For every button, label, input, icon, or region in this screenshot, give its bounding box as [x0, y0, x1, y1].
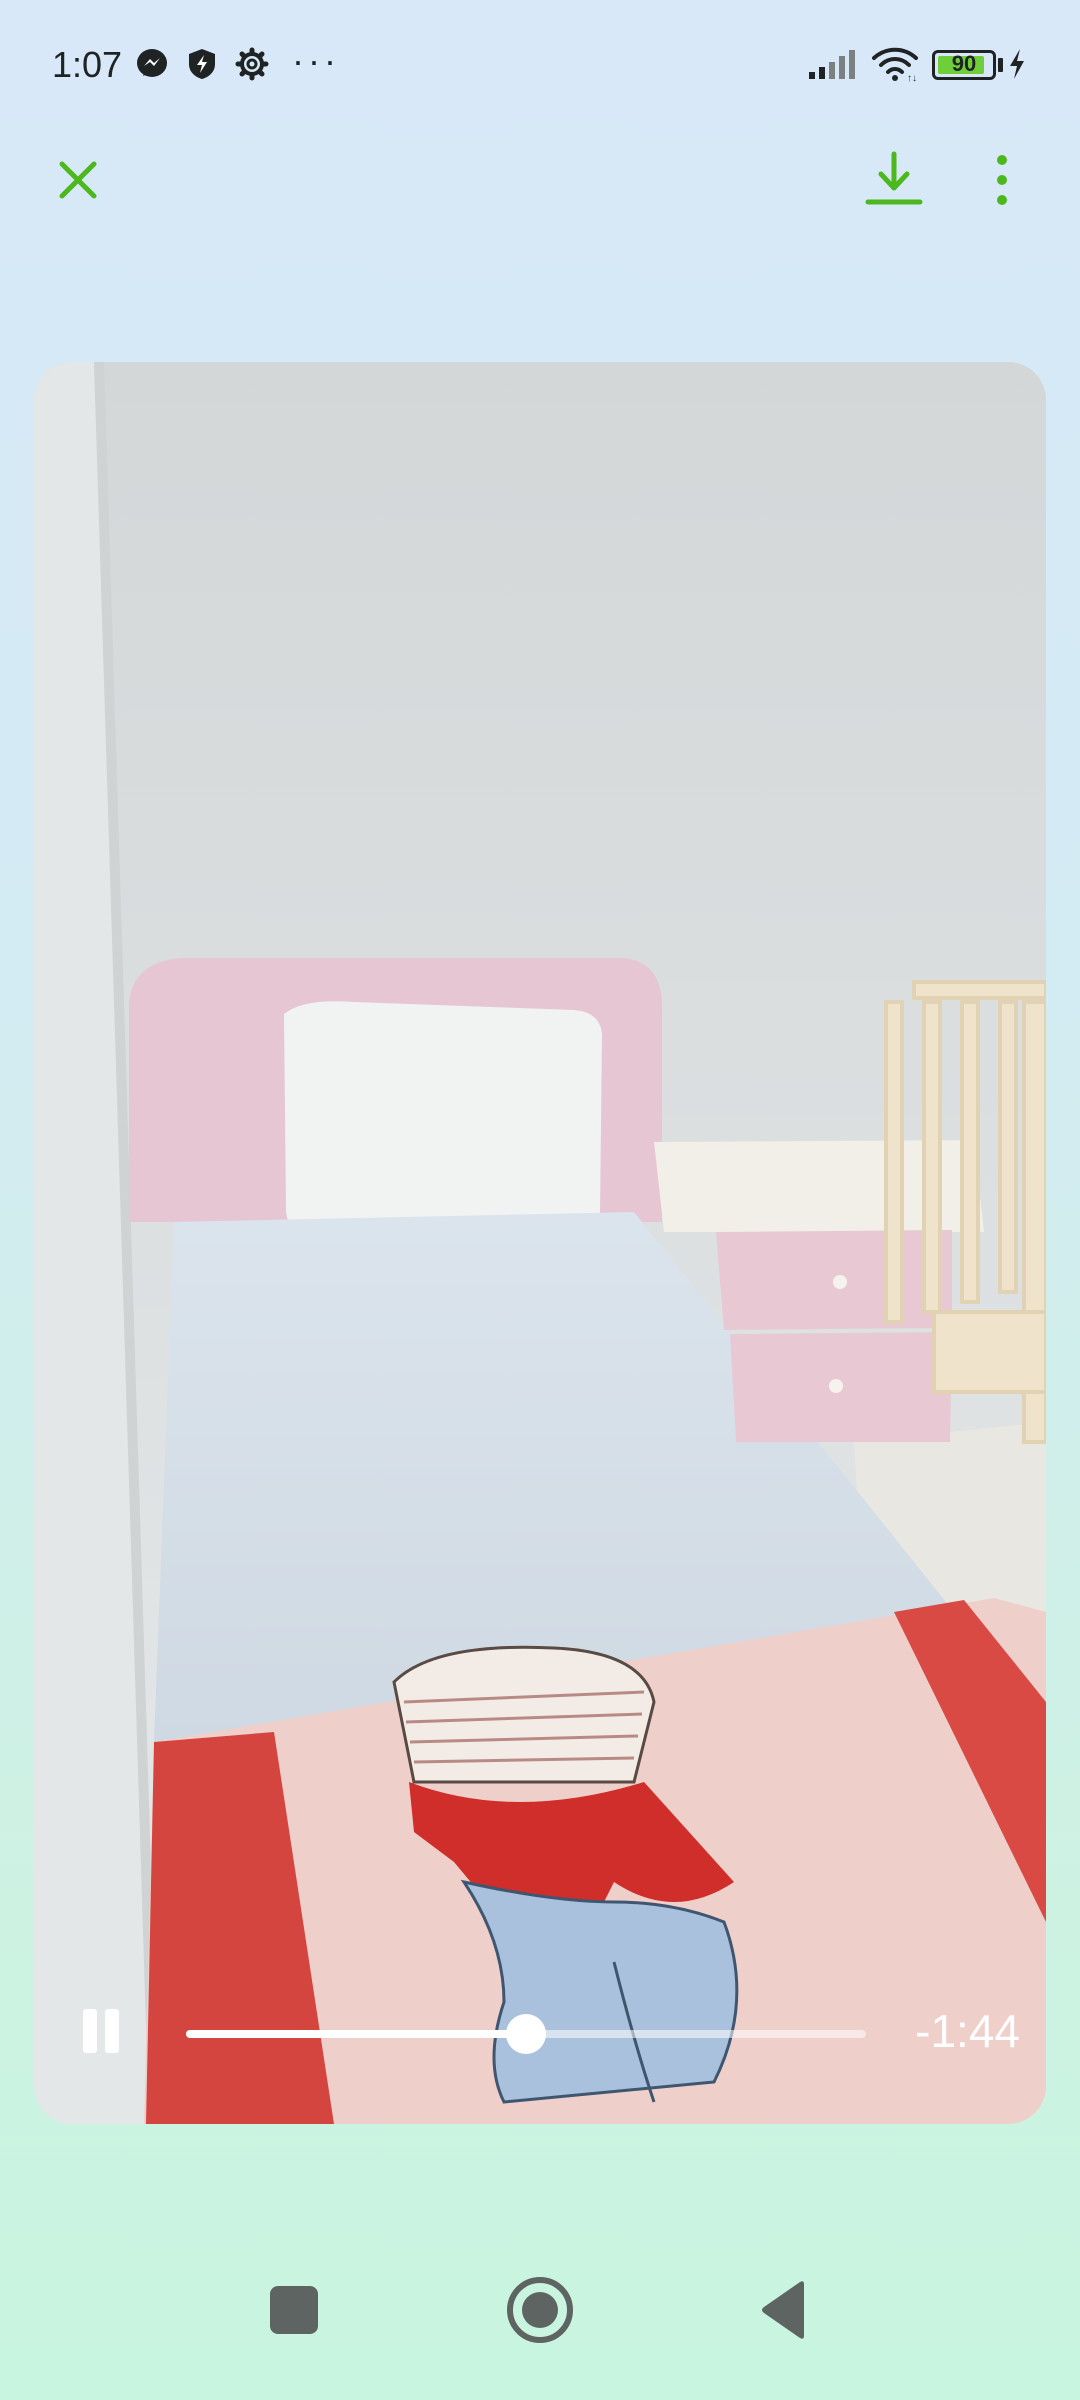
battery-icon: 90 [932, 50, 996, 80]
top-action-bar [0, 140, 1080, 240]
download-icon [865, 151, 923, 205]
seek-bar-thumb[interactable] [506, 2014, 546, 2054]
video-frame-image [34, 362, 1046, 2124]
system-nav-bar [0, 2270, 1080, 2370]
close-button[interactable] [38, 140, 118, 220]
home-circle-icon [507, 2277, 573, 2343]
pause-button[interactable] [66, 1996, 136, 2066]
svg-text:↑↓: ↑↓ [907, 73, 917, 82]
gear-icon [234, 46, 270, 82]
download-button[interactable] [854, 140, 934, 220]
remaining-time: -1:44 [915, 2005, 1020, 2057]
status-bar: 1:07 ··· ↑↓ 90 [0, 0, 1080, 130]
video-player[interactable]: -1:44 [34, 362, 1046, 2124]
video-controls: -1:44 [34, 1964, 1046, 2124]
back-button[interactable] [744, 2270, 824, 2350]
more-vertical-icon [997, 155, 1007, 205]
recents-square-icon [270, 2286, 318, 2334]
home-button[interactable] [500, 2270, 580, 2350]
seek-bar[interactable] [186, 2014, 866, 2054]
more-options-button[interactable] [962, 140, 1042, 220]
more-dots-icon: ··· [292, 40, 340, 81]
battery-cap [998, 58, 1003, 72]
shield-bolt-icon [184, 46, 220, 82]
pause-icon [83, 2009, 119, 2053]
close-icon [59, 161, 97, 199]
recents-button[interactable] [254, 2270, 334, 2350]
status-time: 1:07 [52, 44, 123, 85]
back-triangle-icon [762, 2281, 804, 2339]
messenger-icon [134, 46, 170, 82]
wifi-icon: ↑↓ [870, 46, 920, 82]
seek-bar-progress [186, 2030, 526, 2038]
signal-icon [806, 46, 860, 82]
charging-bolt-icon [1004, 46, 1030, 82]
battery-level: 90 [951, 51, 977, 76]
